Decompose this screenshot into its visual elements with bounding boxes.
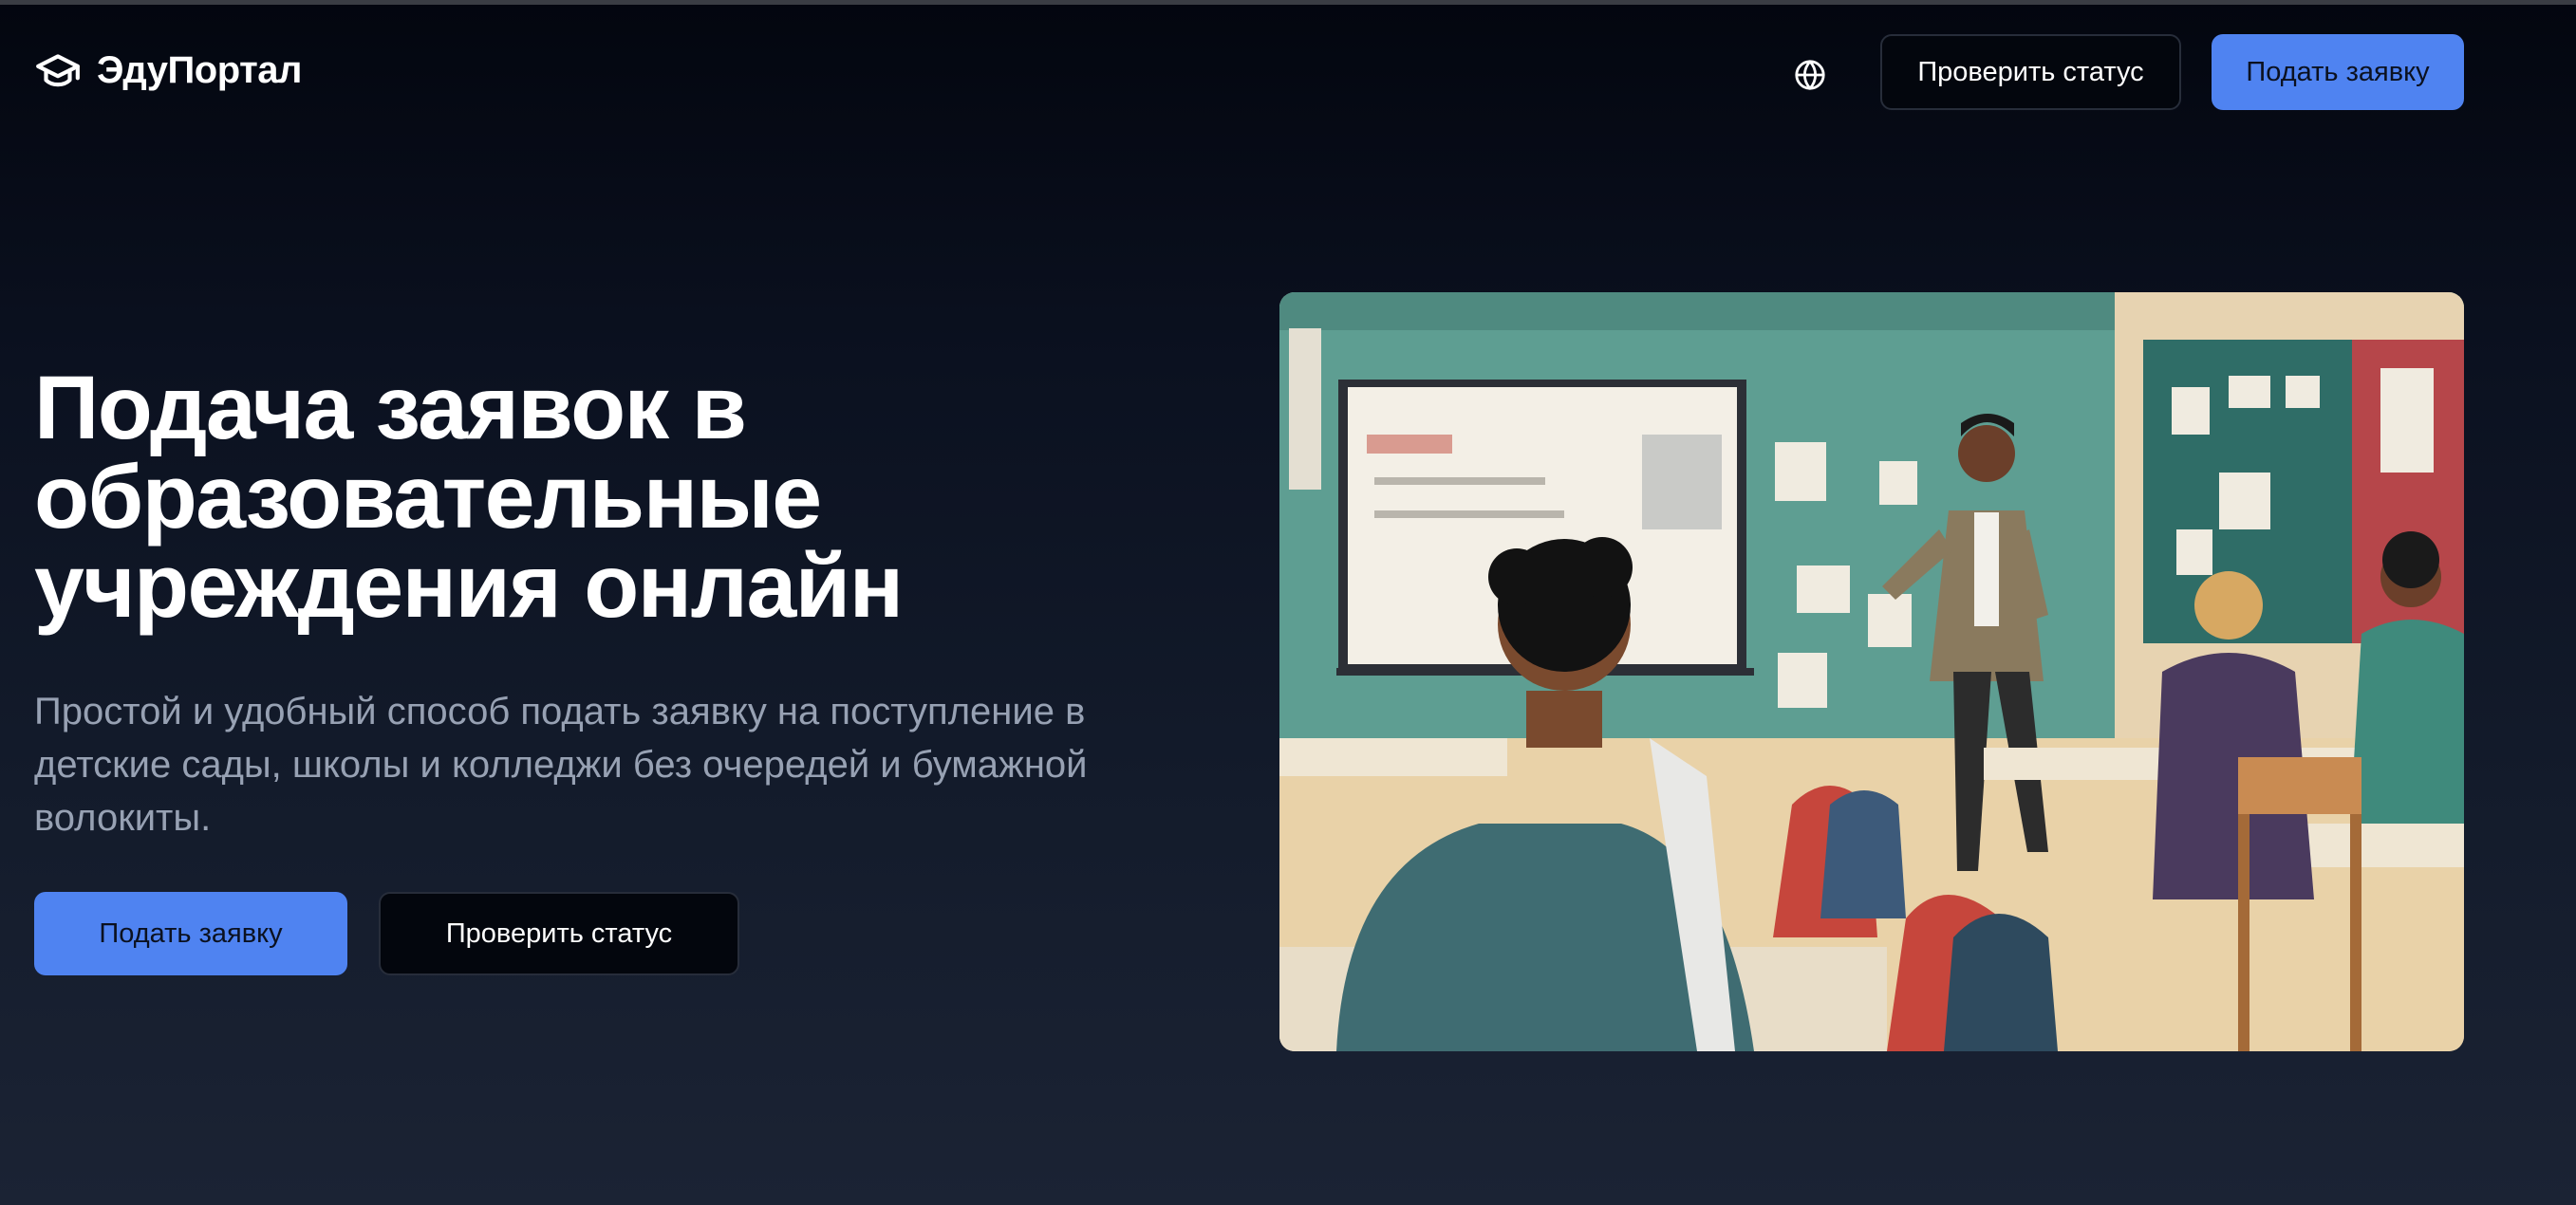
hero-subtitle: Простой и удобный способ подать заявку н…: [34, 691, 1088, 839]
hero-check-status-button[interactable]: Проверить статус: [379, 892, 739, 975]
site-header: ЭдуПортал Проверить статус Подать заявку: [0, 5, 2576, 139]
site-logo-text: ЭдуПортал: [97, 48, 302, 91]
header-apply-button[interactable]: Подать заявку: [2212, 34, 2464, 110]
classroom-illustration-art: [1279, 292, 2464, 1051]
classroom-illustration: [1279, 292, 2464, 1051]
language-button[interactable]: [1790, 55, 1830, 95]
graduation-cap-icon: [36, 54, 80, 87]
header-check-status-button[interactable]: Проверить статус: [1880, 34, 2181, 110]
site-logo[interactable]: ЭдуПортал: [34, 46, 302, 94]
hero-apply-button[interactable]: Подать заявку: [34, 892, 347, 975]
globe-icon: [1795, 60, 1825, 90]
hero-title: Подача заявок в образовательные учрежден…: [34, 358, 904, 637]
